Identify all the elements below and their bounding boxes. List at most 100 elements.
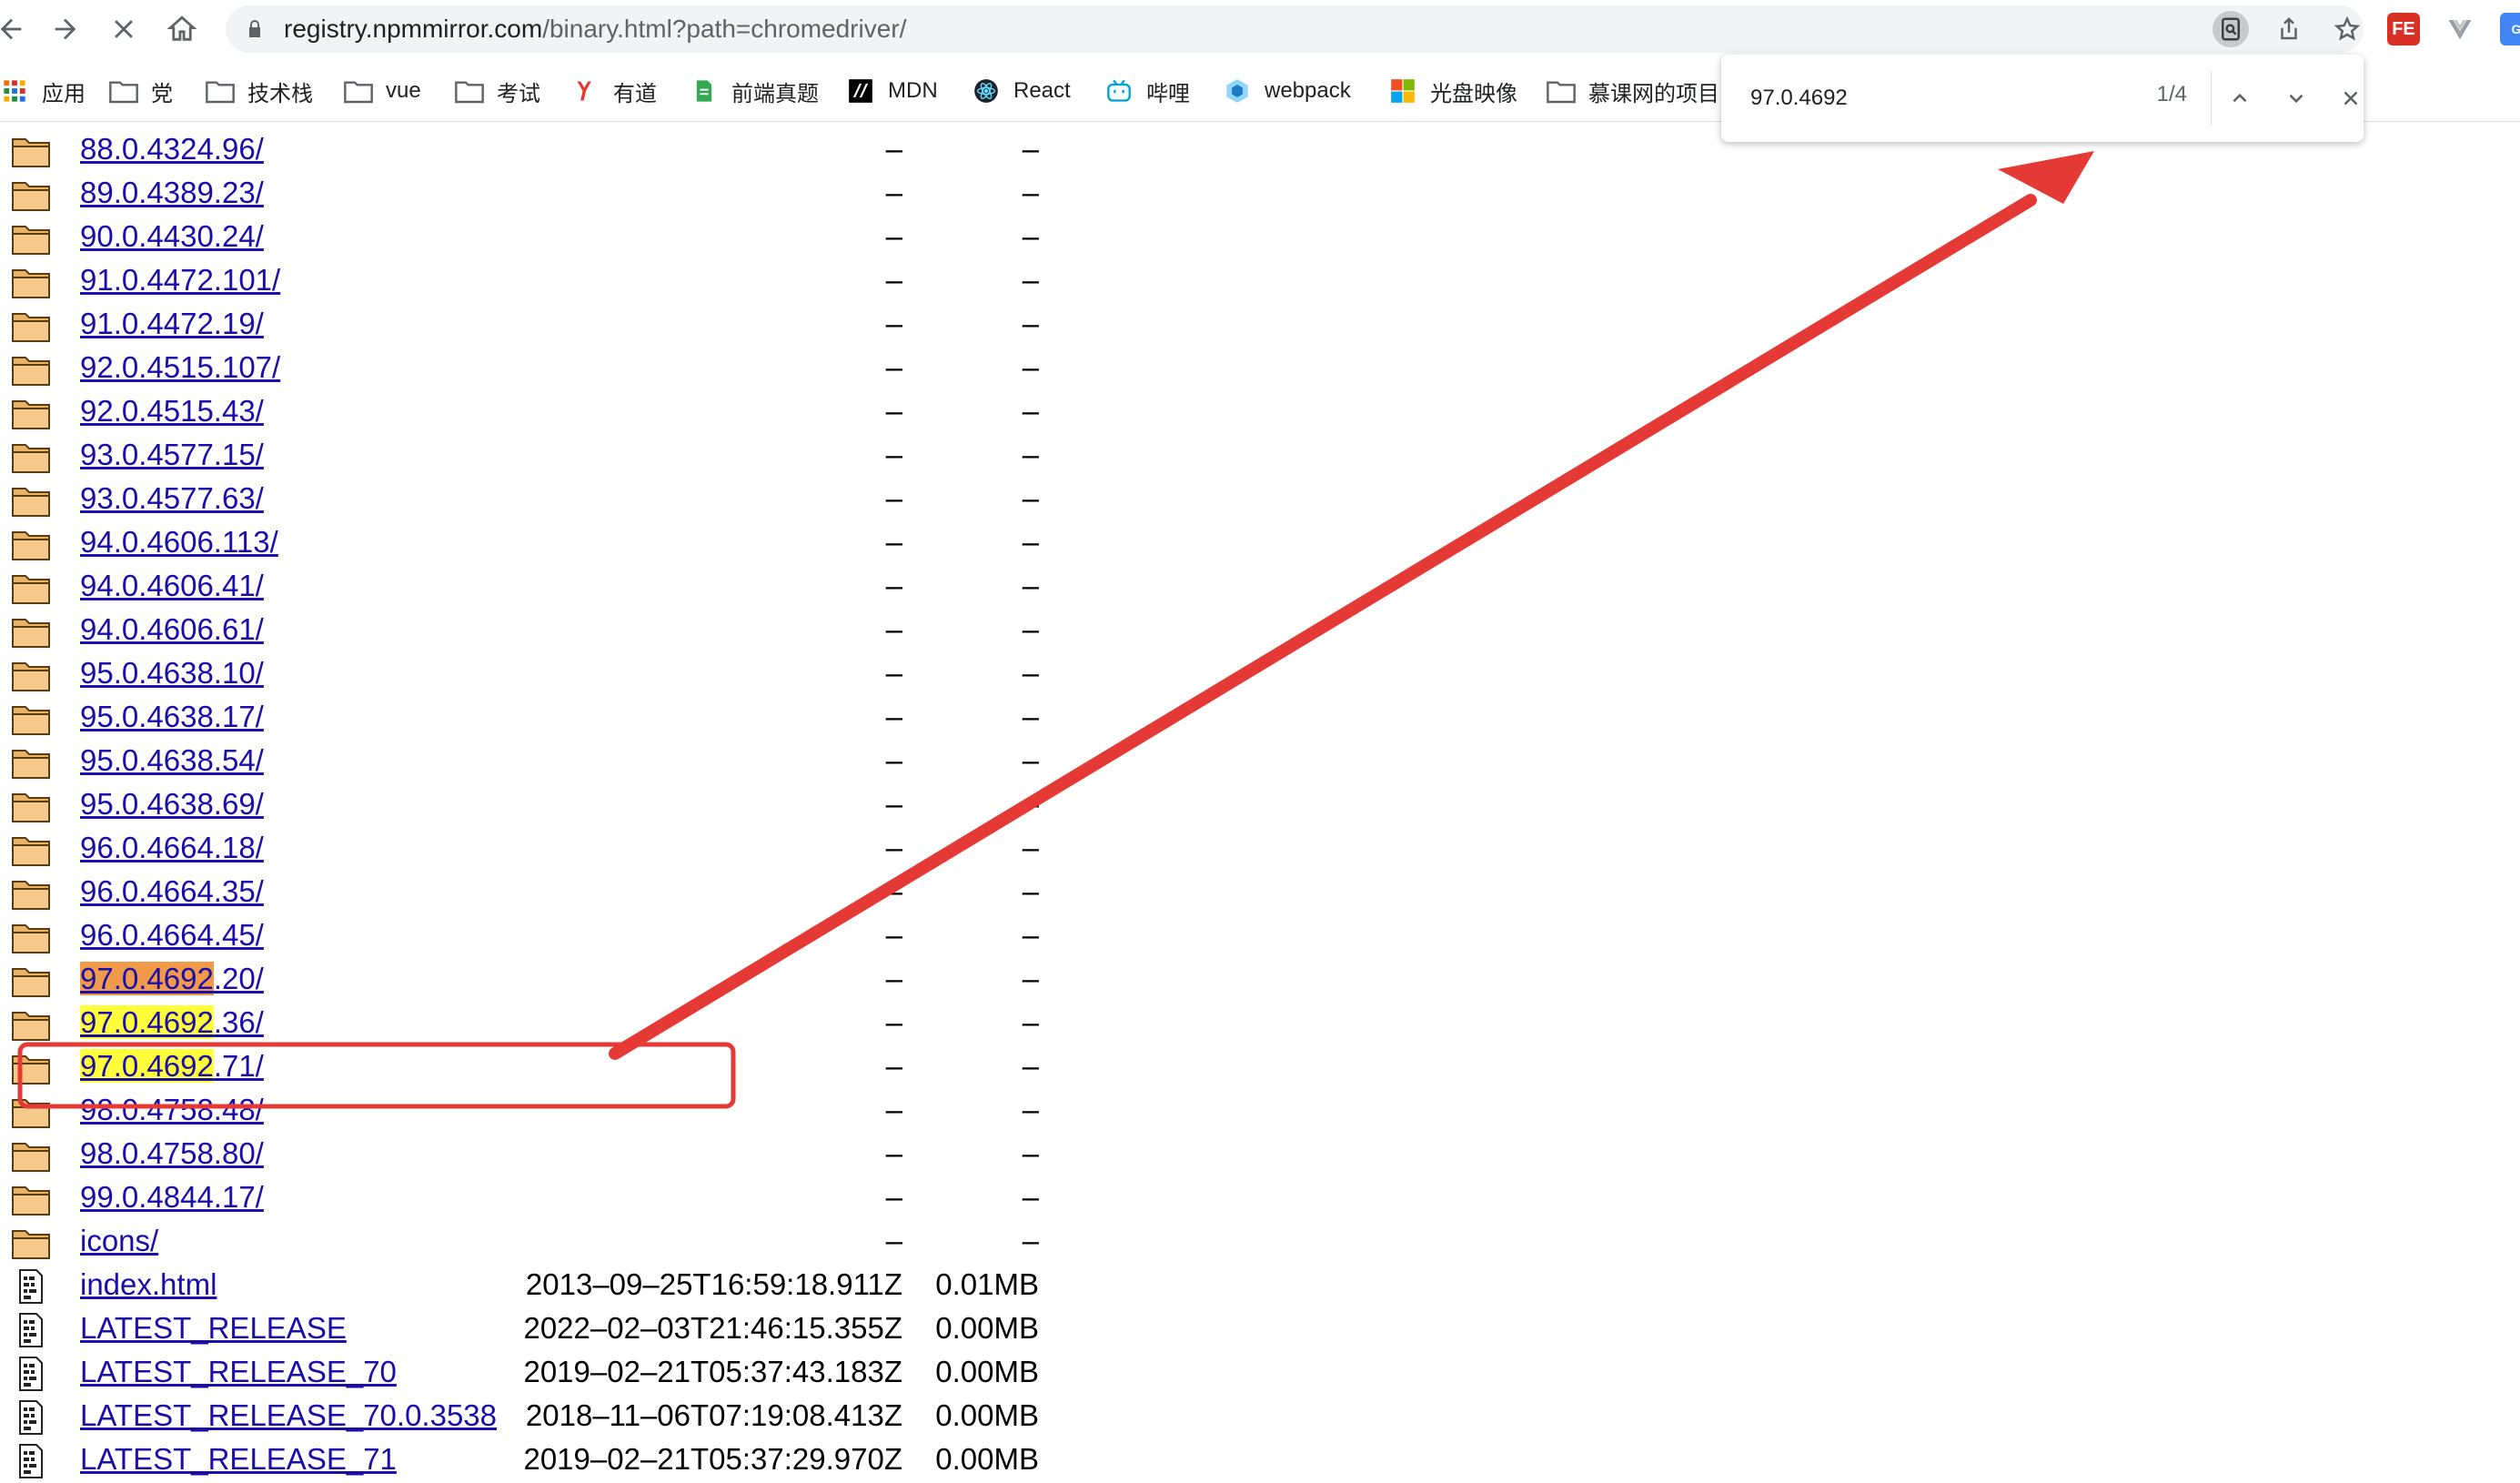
listing-date: – <box>885 787 902 821</box>
listing-link[interactable]: 88.0.4324.96/ <box>80 129 264 169</box>
bookmark-bilibili[interactable]: 哔哩 <box>1104 75 1190 107</box>
listing-date: – <box>885 1136 902 1170</box>
stop-button[interactable] <box>102 7 146 51</box>
listing-link[interactable]: 89.0.4389.23/ <box>80 173 264 213</box>
listing-link[interactable]: 95.0.4638.54/ <box>80 741 264 781</box>
listing-link[interactable]: 97.0.4692.20/ <box>80 959 264 999</box>
listing-size: – <box>1022 176 1039 209</box>
bookmark-apps[interactable]: 应用 <box>0 75 86 107</box>
find-highlight: 97.0.4692 <box>80 1049 214 1083</box>
listing-link[interactable]: icons/ <box>80 1221 158 1261</box>
listing-row: 94.0.4606.41/ – – <box>0 564 1092 608</box>
forward-button[interactable] <box>44 7 87 51</box>
folder-icon <box>11 1226 51 1260</box>
bookmark-folder-dang[interactable]: 党 <box>109 75 173 107</box>
bookmark-react[interactable]: React <box>972 75 1071 107</box>
find-next-button[interactable] <box>2278 80 2314 116</box>
listing-link[interactable]: 98.0.4758.48/ <box>80 1090 264 1130</box>
find-previous-button[interactable] <box>2222 80 2258 116</box>
listing-link[interactable]: 90.0.4430.24/ <box>80 217 264 257</box>
listing-row: 97.0.4692.20/ – – <box>0 957 1092 1001</box>
close-icon <box>115 20 133 38</box>
bookmark-label: 哔哩 <box>1146 81 1190 106</box>
listing-row: 88.0.4324.96/ – – <box>0 127 1092 171</box>
listing-link[interactable]: 96.0.4664.35/ <box>80 872 264 912</box>
star-icon <box>2334 15 2361 41</box>
listing-link[interactable]: 91.0.4472.19/ <box>80 304 264 344</box>
listing-link[interactable]: 99.0.4844.17/ <box>80 1177 264 1217</box>
listing-link[interactable]: 93.0.4577.15/ <box>80 435 264 475</box>
folder-icon <box>11 352 51 387</box>
arrow-right-icon <box>55 18 76 40</box>
find-in-page-button[interactable] <box>2213 11 2249 47</box>
find-close-button[interactable] <box>2333 80 2369 116</box>
folder-icon <box>11 1007 51 1042</box>
fe-extension-icon[interactable]: FE <box>2387 13 2420 45</box>
folder-icon <box>11 614 51 649</box>
listing-row: index.html 2013–09–25T16:59:18.911Z 0.01MB <box>0 1263 1092 1306</box>
bookmark-star-button[interactable] <box>2329 11 2365 47</box>
listing-link[interactable]: LATEST_RELEASE_71 <box>80 1439 397 1479</box>
listing-row: 91.0.4472.19/ – – <box>0 302 1092 346</box>
listing-row: 95.0.4638.54/ – – <box>0 739 1092 782</box>
address-bar[interactable]: registry.npmmirror.com/binary.html?path=… <box>226 5 2364 53</box>
listing-size: – <box>1022 831 1039 864</box>
bookmark-label: 党 <box>151 81 173 106</box>
bookmark-folder-imooc[interactable]: 慕课网的项目 <box>1547 75 1719 107</box>
listing-date: – <box>885 612 902 646</box>
url-text: registry.npmmirror.com/binary.html?path=… <box>284 5 906 53</box>
listing-link[interactable]: 97.0.4692.36/ <box>80 1003 264 1043</box>
bookmark-youdao[interactable]: 有道 <box>571 75 657 107</box>
url-host: registry.npmmirror.com <box>284 15 543 43</box>
bookmark-label: MDN <box>888 78 938 103</box>
listing-link[interactable]: 97.0.4692.71/ <box>80 1046 264 1086</box>
folder-icon <box>11 570 51 605</box>
folder-icon <box>11 832 51 867</box>
share-button[interactable] <box>2271 11 2307 47</box>
listing-size: – <box>1022 787 1039 821</box>
listing-link[interactable]: 92.0.4515.107/ <box>80 348 280 388</box>
listing-link[interactable]: 95.0.4638.69/ <box>80 784 264 824</box>
listing-link[interactable]: 95.0.4638.10/ <box>80 653 264 693</box>
find-input[interactable] <box>1750 80 2114 116</box>
listing-size: – <box>1022 132 1039 166</box>
listing-size: – <box>1022 438 1039 471</box>
listing-link[interactable]: 95.0.4638.17/ <box>80 697 264 737</box>
listing-size: 0.00MB <box>935 1398 1039 1432</box>
bookmark-webpack[interactable]: webpack <box>1223 75 1351 107</box>
listing-link[interactable]: 94.0.4606.41/ <box>80 566 264 606</box>
listing-link[interactable]: 96.0.4664.18/ <box>80 828 264 868</box>
listing-row: 92.0.4515.43/ – – <box>0 389 1092 433</box>
vue-devtools-icon[interactable] <box>2444 13 2476 45</box>
bookmark-disc-images[interactable]: 光盘映像 <box>1388 75 1517 107</box>
listing-link[interactable]: index.html <box>80 1265 217 1305</box>
listing-link[interactable]: 91.0.4472.101/ <box>80 260 280 300</box>
home-button[interactable] <box>160 7 204 51</box>
bookmark-folder-vue[interactable]: vue <box>344 75 421 107</box>
bookmark-mdn[interactable]: MDN <box>846 75 938 107</box>
mdn-icon <box>846 78 875 104</box>
listing-link[interactable]: 94.0.4606.61/ <box>80 610 264 650</box>
google-extension-icon[interactable]: G <box>2500 13 2520 45</box>
listing-link[interactable]: 96.0.4664.45/ <box>80 915 264 955</box>
listing-size: – <box>1022 307 1039 340</box>
listing-link[interactable]: 92.0.4515.43/ <box>80 391 264 431</box>
listing-link[interactable]: 98.0.4758.80/ <box>80 1134 264 1174</box>
listing-size: – <box>1022 962 1039 995</box>
bookmark-folder-tech[interactable]: 技术栈 <box>206 75 313 107</box>
listing-link[interactable]: 94.0.4606.113/ <box>80 522 278 562</box>
listing-link[interactable]: LATEST_RELEASE <box>80 1308 347 1348</box>
folder-icon <box>11 308 51 343</box>
bookmark-folder-exam[interactable]: 考试 <box>455 75 540 107</box>
listing-link[interactable]: 93.0.4577.63/ <box>80 479 264 519</box>
find-bar: 1/4 <box>1721 55 2364 142</box>
find-match-count: 1/4 <box>2156 82 2187 106</box>
bookmark-frontend-questions[interactable]: 前端真题 <box>690 75 819 107</box>
listing-row: 94.0.4606.61/ – – <box>0 608 1092 651</box>
back-button[interactable] <box>0 7 33 51</box>
listing-link[interactable]: LATEST_RELEASE_70.0.3538 <box>80 1396 497 1436</box>
bookmark-label: 技术栈 <box>247 81 313 106</box>
listing-link[interactable]: LATEST_RELEASE_70 <box>80 1352 397 1392</box>
listing-row: icons/ – – <box>0 1219 1092 1263</box>
folder-icon <box>11 876 51 911</box>
